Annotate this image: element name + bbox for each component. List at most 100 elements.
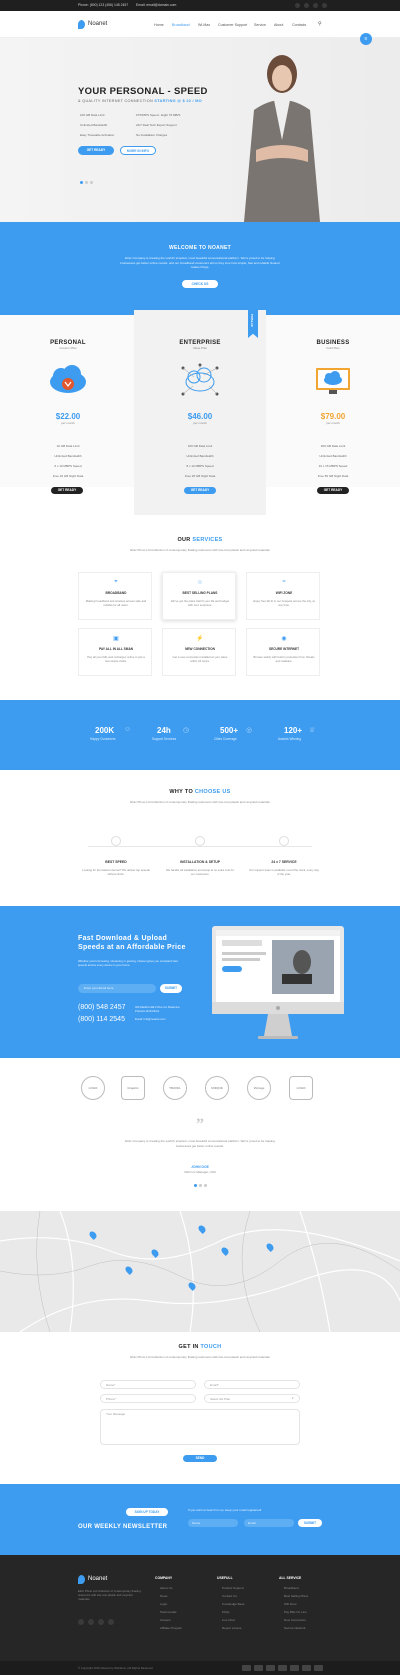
- chevron-down-icon[interactable]: ▾: [292, 1396, 294, 1400]
- why-title-a: WHY TO: [169, 789, 194, 795]
- linkedin-icon[interactable]: [322, 3, 327, 8]
- service-card-pay[interactable]: ▣ PAY ALL IN ALL SMAN Pay all your bills…: [78, 628, 152, 676]
- newsletter-submit-button[interactable]: SUBMIT: [298, 1519, 322, 1527]
- nav-about[interactable]: About: [274, 23, 283, 27]
- partner-logo[interactable]: Vintage: [247, 1076, 271, 1100]
- welcome-section: WELCOME TO NOANET Elnic Company is creat…: [0, 222, 400, 315]
- hero-price: STARTING @ $ 22 / MO: [154, 99, 202, 103]
- logo-icon[interactable]: [78, 20, 85, 29]
- copyright-text: © Copyright 2016 Noanet by Webfame | All…: [78, 1666, 153, 1670]
- footer-link[interactable]: Live Chat: [222, 1618, 235, 1622]
- nav-service[interactable]: Service: [254, 23, 266, 27]
- linkedin-icon[interactable]: [108, 1619, 114, 1625]
- footer-link[interactable]: Broadband: [284, 1586, 299, 1590]
- map-icon: ◎: [246, 727, 253, 734]
- plan-feature: 6 x 10 MBPS Speed: [54, 464, 82, 468]
- service-card-best-selling[interactable]: ☆ BEST SELLING PLANS We've got the plans…: [162, 572, 236, 620]
- name-field[interactable]: Name*: [100, 1380, 196, 1389]
- footer-link[interactable]: About Us: [160, 1586, 172, 1590]
- footer-link[interactable]: Affiliate Program: [160, 1626, 182, 1630]
- nav-home[interactable]: Home: [154, 23, 164, 27]
- service-card-wifi[interactable]: ≈ WIFI ZONE Enjoy free Wi-Fi in our hots…: [246, 572, 320, 620]
- newsletter-name-input[interactable]: Name: [188, 1519, 238, 1527]
- footer-link[interactable]: Product Support: [222, 1586, 244, 1590]
- download-submit-button[interactable]: SUBMIT: [160, 984, 182, 993]
- footer-link[interactable]: FAQs: [222, 1610, 230, 1614]
- plan-feature: 8 x 12 MBPS Speed: [186, 464, 214, 468]
- footer-link[interactable]: Report a Issue: [222, 1626, 242, 1630]
- clock-icon: ◷: [183, 727, 190, 734]
- google-plus-icon[interactable]: [313, 3, 318, 8]
- service-card-new-connection[interactable]: ⚡ NEW CONNECTION Get a new connection in…: [162, 628, 236, 676]
- service-title: BROADBAND: [105, 591, 127, 595]
- menu-toggle-icon[interactable]: ≡: [360, 33, 372, 45]
- plan-feature: Free 10 GB Night Data: [52, 474, 84, 478]
- sign-up-button[interactable]: SIGN UP TODAY: [126, 1508, 168, 1516]
- twitter-icon[interactable]: [88, 1619, 94, 1625]
- hero-banner: ≡ YOUR PERSONAL - SPEED & QUALITY INTERN…: [0, 33, 400, 222]
- newsletter-email-input[interactable]: Enter your Email Here: [78, 984, 156, 993]
- footer-link[interactable]: Secure Network: [284, 1626, 305, 1630]
- why-title-b: CHOOSE US: [194, 789, 231, 795]
- footer-col-title: COMPANY: [155, 1576, 173, 1580]
- newsletter-email-input[interactable]: Email: [244, 1519, 294, 1527]
- discover-icon: [290, 1665, 299, 1671]
- phone-number: (800) 114 2545: [78, 1016, 125, 1023]
- more-info-button[interactable]: MORE IN INFO: [120, 146, 156, 155]
- top-bar: Phone: (800) 123 (456) 148 2457 Email: e…: [0, 0, 400, 11]
- facebook-icon[interactable]: [78, 1619, 84, 1625]
- facebook-icon[interactable]: [295, 3, 300, 8]
- google-plus-icon[interactable]: [98, 1619, 104, 1625]
- stat-label: Happy Customers: [90, 737, 116, 741]
- service-card-broadband[interactable]: ⌖ BROADBAND Making broadband and wireles…: [78, 572, 152, 620]
- plan-get-ready-button[interactable]: GET READY: [184, 487, 216, 494]
- partner-logo[interactable]: LOGO: [289, 1076, 313, 1100]
- service-card-secure[interactable]: ◉ SECURE INTERNET Browse safely with bui…: [246, 628, 320, 676]
- partner-logo[interactable]: LOGO: [81, 1076, 105, 1100]
- footer-link[interactable]: Wifi Zone: [284, 1602, 297, 1606]
- plan-get-ready-button[interactable]: GET READY: [51, 487, 83, 494]
- footer-link[interactable]: Pay Bills On Line: [284, 1610, 307, 1614]
- check-us-button[interactable]: CHECK US: [182, 280, 218, 288]
- send-button[interactable]: SEND: [183, 1455, 217, 1462]
- partner-logo[interactable]: Graphic: [121, 1076, 145, 1100]
- nav-customer-support[interactable]: Customer Support: [218, 23, 247, 27]
- partner-logo[interactable]: TRAVEL: [163, 1076, 187, 1100]
- footer-link[interactable]: New Connection: [284, 1618, 306, 1622]
- footer-link[interactable]: Careers: [160, 1618, 171, 1622]
- plan-desc: Custom Plan: [59, 346, 77, 350]
- twitter-icon[interactable]: [304, 3, 309, 8]
- plan-select[interactable]: Select the Plan: [204, 1394, 300, 1403]
- brand-name[interactable]: Noanet: [88, 21, 107, 27]
- footer-link[interactable]: Best Selling Plans: [284, 1594, 308, 1598]
- email-field[interactable]: Email*: [204, 1380, 300, 1389]
- footer-link[interactable]: Login: [160, 1602, 167, 1606]
- testimonial-dots[interactable]: [194, 1184, 208, 1187]
- get-ready-button[interactable]: GET READY: [78, 146, 114, 155]
- service-text: Enjoy free Wi-Fi in our hotspots across …: [253, 599, 315, 607]
- nav-contacts[interactable]: Contacts: [292, 23, 306, 27]
- partner-logo[interactable]: UNIQUE: [205, 1076, 229, 1100]
- footer-link[interactable]: Contact Us: [222, 1594, 237, 1598]
- card-icon: [302, 1665, 311, 1671]
- hero-feature: 100 GB Data Limit: [80, 113, 105, 117]
- footer-logo-icon[interactable]: [78, 1575, 85, 1584]
- message-field[interactable]: Your Message: [100, 1409, 300, 1445]
- slider-dots[interactable]: [80, 181, 94, 184]
- topbar-email[interactable]: Email: email@domain.com: [136, 0, 176, 11]
- nav-broadband[interactable]: Broadband: [172, 23, 190, 27]
- footer-link[interactable]: Knowledge Base: [222, 1602, 245, 1606]
- map[interactable]: [0, 1210, 400, 1333]
- phone-field[interactable]: Phone*: [100, 1394, 196, 1403]
- testimonial-name: JOHN DOE: [191, 1165, 209, 1169]
- bank-icon: [314, 1665, 323, 1671]
- hero-feature: 24/7 Real Tech Expert Support: [136, 123, 177, 127]
- plan-feature: 200 GB Data Limit: [320, 444, 346, 448]
- search-icon[interactable]: ⚲: [318, 21, 322, 27]
- nav-wimax[interactable]: Wi-Max: [198, 23, 210, 27]
- plan-get-ready-button[interactable]: GET READY: [317, 487, 349, 494]
- footer-link[interactable]: News: [160, 1594, 168, 1598]
- plan-period: per month: [326, 421, 340, 425]
- imac-image: [212, 926, 344, 1042]
- footer-link[interactable]: Testimonials: [160, 1610, 177, 1614]
